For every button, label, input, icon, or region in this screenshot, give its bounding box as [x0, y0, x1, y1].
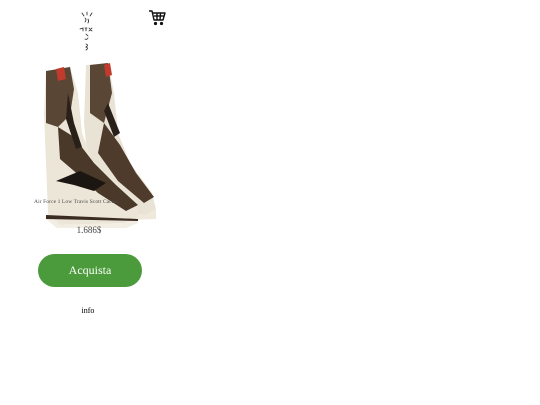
product-price: 1.686$ — [76, 225, 102, 235]
product-name[interactable]: Air Force 1 Low Travis Scott Cactus — [34, 199, 124, 205]
product-card[interactable]: Air Force 1 Low Travis Scott Cactus 1.68… — [16, 63, 159, 263]
info-link[interactable]: info — [66, 306, 110, 315]
buy-button[interactable]: Acquista — [38, 254, 142, 287]
shopping-cart-icon[interactable] — [148, 9, 166, 26]
product-page: Air Force 1 Low Travis Scott Cactus 1.68… — [0, 0, 540, 405]
brand-logo-icon[interactable] — [76, 11, 98, 51]
